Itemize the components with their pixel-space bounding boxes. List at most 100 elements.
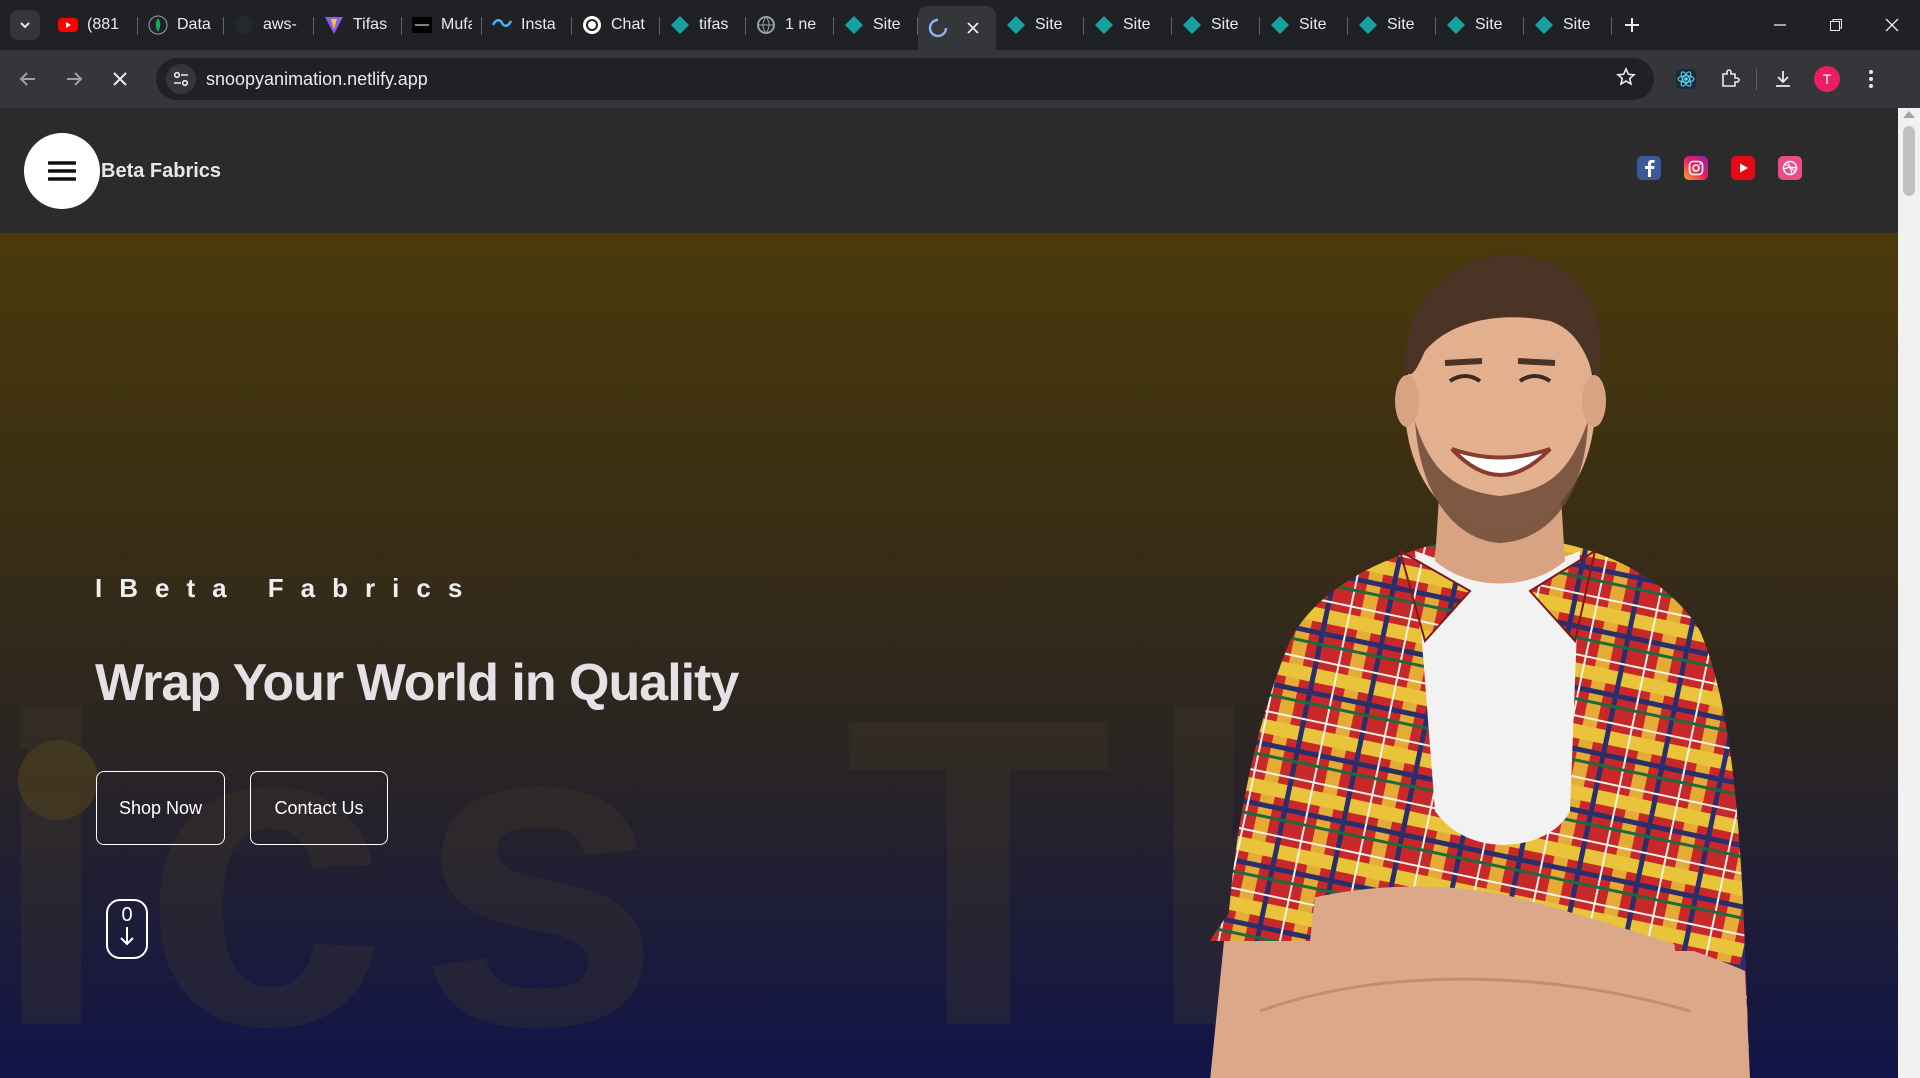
- browser-tab[interactable]: 1 ne: [746, 6, 834, 44]
- tab-title: tifas: [699, 16, 729, 33]
- tab-title: Site: [1211, 16, 1239, 33]
- browser-tab[interactable]: Site: [996, 6, 1084, 44]
- netlify-icon: [670, 15, 690, 35]
- netlify-icon: [1270, 15, 1290, 35]
- mongodb-icon: [148, 15, 168, 35]
- page-scrollbar[interactable]: [1898, 108, 1920, 1078]
- instagram-icon[interactable]: [1684, 156, 1708, 180]
- scroll-indicator[interactable]: 0: [106, 899, 148, 959]
- scroll-up-arrow-icon[interactable]: [1903, 111, 1915, 118]
- site-info-button[interactable]: [166, 64, 196, 94]
- tab-title: Site: [1475, 16, 1503, 33]
- hero-section: ics Th IBeta Fabrics Wrap Your World in …: [0, 233, 1898, 1078]
- puzzle-icon: [1722, 69, 1740, 87]
- browser-tab[interactable]: Site: [1172, 6, 1260, 44]
- tab-title: Site: [873, 16, 901, 33]
- tab-title: aws-: [263, 16, 297, 33]
- arrow-down-icon: [120, 927, 134, 946]
- window-controls: [1752, 0, 1920, 50]
- site-header: Beta Fabrics: [0, 108, 1898, 233]
- forward-button[interactable]: [54, 59, 94, 99]
- tailwind-icon: [492, 15, 512, 35]
- netlify-icon: [1358, 15, 1378, 35]
- browser-tab[interactable]: [918, 6, 996, 50]
- scrollbar-thumb[interactable]: [1903, 126, 1915, 196]
- browser-tab[interactable]: aws-: [224, 6, 314, 44]
- restore-button[interactable]: [1808, 0, 1864, 50]
- stop-loading-button[interactable]: [100, 59, 140, 99]
- react-devtools-extension[interactable]: [1664, 58, 1708, 100]
- chrome-menu-button[interactable]: [1849, 58, 1893, 100]
- browser-tab[interactable]: Site: [1084, 6, 1172, 44]
- close-window-button[interactable]: [1864, 0, 1920, 50]
- tab-title: Data: [177, 16, 211, 33]
- tab-title: Site: [1123, 16, 1151, 33]
- dribbble-icon[interactable]: [1778, 156, 1802, 180]
- social-links: [1637, 156, 1825, 180]
- netlify-icon: [1094, 15, 1114, 35]
- hero-person-image: [1210, 254, 1750, 1078]
- netlify-icon: [1182, 15, 1202, 35]
- loading-icon: [928, 18, 948, 38]
- chatgpt-icon: [582, 15, 602, 35]
- contact-us-button[interactable]: Contact Us: [250, 771, 388, 845]
- browser-tab[interactable]: Site: [1260, 6, 1348, 44]
- shop-now-button[interactable]: Shop Now: [96, 771, 225, 845]
- react-icon: [1676, 69, 1696, 89]
- site-icon: [412, 15, 432, 35]
- browser-tab[interactable]: Insta: [482, 6, 572, 44]
- tab-search-button[interactable]: [10, 10, 40, 40]
- arrow-left-icon: [19, 72, 35, 86]
- back-button[interactable]: [8, 59, 48, 99]
- tab-title: Site: [1563, 16, 1591, 33]
- browser-tab[interactable]: (881: [48, 6, 138, 44]
- youtube-icon: [58, 15, 78, 35]
- menu-button[interactable]: [24, 133, 100, 209]
- browser-tab[interactable]: tifas: [660, 6, 746, 44]
- facebook-icon[interactable]: [1637, 156, 1661, 180]
- netlify-icon: [1006, 15, 1026, 35]
- new-tab-button[interactable]: [1616, 9, 1648, 41]
- close-icon: [113, 72, 127, 86]
- minimize-button[interactable]: [1752, 0, 1808, 50]
- tab-title: Tifas: [353, 16, 388, 33]
- address-bar[interactable]: snoopyanimation.netlify.app: [156, 58, 1654, 100]
- close-tab-icon[interactable]: [967, 18, 979, 39]
- tune-icon: [173, 71, 189, 87]
- tab-strip: (881 Data aws- Tifas Mufa Insta Chat tifas 1 ne S…: [0, 0, 1920, 50]
- toolbar-separator: [1756, 68, 1757, 90]
- youtube-icon[interactable]: [1731, 156, 1755, 180]
- netlify-icon: [844, 15, 864, 35]
- arrow-right-icon: [67, 72, 83, 86]
- extensions-button[interactable]: [1708, 58, 1752, 100]
- url-text[interactable]: snoopyanimation.netlify.app: [206, 69, 428, 90]
- browser-tab[interactable]: Site: [1348, 6, 1436, 44]
- tab-title: Site: [1299, 16, 1327, 33]
- browser-tab[interactable]: Chat: [572, 6, 660, 44]
- restore-icon: [1830, 19, 1842, 31]
- bookmark-star-icon[interactable]: [1616, 67, 1636, 93]
- plus-icon: [1625, 18, 1639, 32]
- hero-eyebrow: IBeta Fabrics: [95, 573, 480, 603]
- browser-tab[interactable]: Site: [834, 6, 918, 44]
- download-icon: [1776, 71, 1790, 87]
- globe-icon: [756, 15, 776, 35]
- netlify-icon: [1534, 15, 1554, 35]
- toolbar-actions: T: [1664, 58, 1893, 100]
- tab-title: Insta: [521, 16, 556, 33]
- browser-tab[interactable]: Tifas: [314, 6, 402, 44]
- brand-name[interactable]: Beta Fabrics: [101, 160, 221, 183]
- downloads-button[interactable]: [1761, 58, 1805, 100]
- page-viewport: Beta Fabrics ics Th IBeta Fabrics Wrap Y…: [0, 108, 1898, 1078]
- profile-button[interactable]: T: [1805, 58, 1849, 100]
- tab-list: (881 Data aws- Tifas Mufa Insta Chat tifas 1 ne S…: [48, 0, 1612, 50]
- browser-tab[interactable]: Data: [138, 6, 224, 44]
- tab-title: Site: [1387, 16, 1415, 33]
- tab-title: Chat: [611, 16, 645, 33]
- browser-tab[interactable]: Site: [1436, 6, 1524, 44]
- browser-tab[interactable]: Site: [1524, 6, 1612, 44]
- tab-title: Site: [1035, 16, 1063, 33]
- browser-tab[interactable]: Mufa: [402, 6, 482, 44]
- avatar: T: [1814, 66, 1840, 92]
- scroll-counter: 0: [121, 904, 133, 926]
